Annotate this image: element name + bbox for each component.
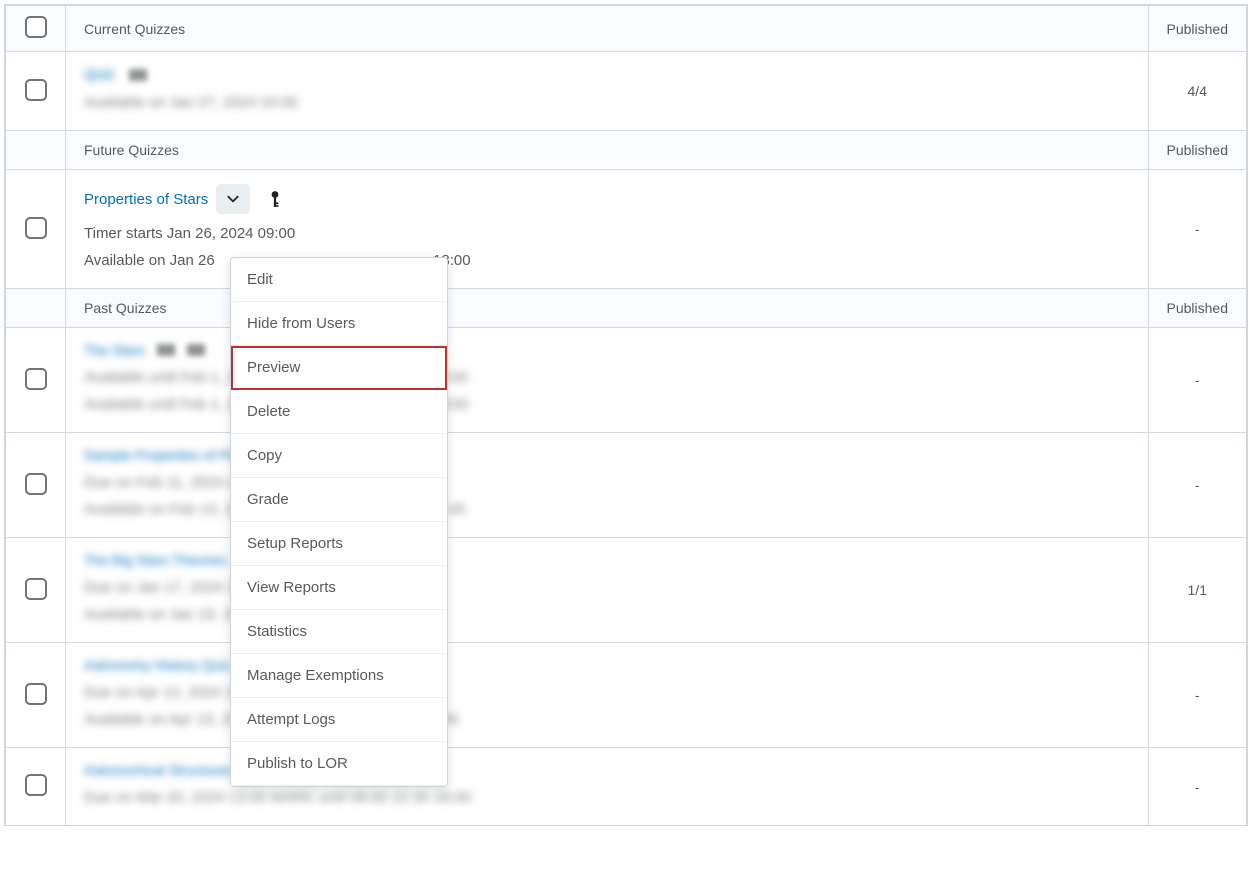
published-header: Published bbox=[1148, 6, 1247, 52]
select-all-current-checkbox[interactable] bbox=[25, 16, 47, 38]
table-row: Astronomical Structures Quiz Due on Mar … bbox=[6, 748, 1247, 826]
menu-item-view-reports[interactable]: View Reports bbox=[231, 566, 447, 610]
menu-item-setup-reports[interactable]: Setup Reports bbox=[231, 522, 447, 566]
table-row-properties-of-stars: Properties of Stars Timer starts Jan 26,… bbox=[6, 170, 1247, 289]
menu-item-statistics[interactable]: Statistics bbox=[231, 610, 447, 654]
published-header: Published bbox=[1148, 289, 1247, 328]
published-header: Published bbox=[1148, 131, 1247, 170]
quiz-actions-menu: EditHide from UsersPreviewDeleteCopyGrad… bbox=[230, 257, 448, 787]
section-label: Current Quizzes bbox=[66, 6, 1149, 52]
quiz-title-link[interactable]: The Stars bbox=[84, 342, 145, 358]
published-value: 4/4 bbox=[1148, 52, 1247, 131]
menu-item-preview[interactable]: Preview bbox=[231, 346, 447, 390]
quiz-table: Current Quizzes Published Quiz Available… bbox=[5, 5, 1247, 825]
timer-line: Timer starts Jan 26, 2024 09:00 bbox=[84, 220, 1130, 247]
published-value: - bbox=[1148, 170, 1247, 289]
blurred-icon bbox=[129, 69, 147, 81]
row-checkbox[interactable] bbox=[25, 578, 47, 600]
published-value: - bbox=[1148, 433, 1247, 538]
row-checkbox[interactable] bbox=[25, 368, 47, 390]
quiz-list-container: Current Quizzes Published Quiz Available… bbox=[4, 4, 1248, 826]
blurred-text: Available on Jan 27, 2024 24:00 bbox=[84, 89, 1130, 116]
menu-item-hide-from-users[interactable]: Hide from Users bbox=[231, 302, 447, 346]
section-label: Past Quizzes bbox=[66, 289, 1149, 328]
quiz-title-link[interactable]: Properties of Stars bbox=[84, 191, 208, 208]
row-checkbox[interactable] bbox=[25, 774, 47, 796]
blurred-text: Due on Mar 20, 2024 13:00 MARK until 08:… bbox=[84, 784, 1130, 811]
row-checkbox[interactable] bbox=[25, 217, 47, 239]
menu-item-manage-exemptions[interactable]: Manage Exemptions bbox=[231, 654, 447, 698]
table-row: Quiz Available on Jan 27, 2024 24:00 4/4 bbox=[6, 52, 1247, 131]
quiz-actions-dropdown-button[interactable] bbox=[216, 184, 250, 214]
published-value: 1/1 bbox=[1148, 538, 1247, 643]
blurred-icon bbox=[187, 344, 205, 356]
published-value: - bbox=[1148, 328, 1247, 433]
row-checkbox[interactable] bbox=[25, 79, 47, 101]
menu-item-attempt-logs[interactable]: Attempt Logs bbox=[231, 698, 447, 742]
menu-item-grade[interactable]: Grade bbox=[231, 478, 447, 522]
menu-item-delete[interactable]: Delete bbox=[231, 390, 447, 434]
quiz-actions-menu-scroll[interactable]: EditHide from UsersPreviewDeleteCopyGrad… bbox=[231, 258, 447, 786]
chevron-down-icon bbox=[226, 192, 240, 206]
table-row: The Big Stars Theories Due on Jan 17, 20… bbox=[6, 538, 1247, 643]
table-row: The Stars Available until Feb 1, 2024 un… bbox=[6, 328, 1247, 433]
quiz-title-link[interactable]: Quiz bbox=[84, 66, 115, 83]
menu-item-edit[interactable]: Edit bbox=[231, 258, 447, 302]
section-header-past: Past Quizzes Published bbox=[6, 289, 1247, 328]
section-header-current: Current Quizzes Published bbox=[6, 6, 1247, 52]
key-icon bbox=[268, 190, 282, 208]
table-row: Sample Properties of Planets Due on Feb … bbox=[6, 433, 1247, 538]
table-row: Astronomy History Quiz Due on Apr 12, 20… bbox=[6, 643, 1247, 748]
blurred-icon bbox=[157, 344, 175, 356]
row-checkbox[interactable] bbox=[25, 683, 47, 705]
menu-item-publish-to-lor[interactable]: Publish to LOR bbox=[231, 742, 447, 786]
published-value: - bbox=[1148, 643, 1247, 748]
quiz-title-link[interactable]: The Big Stars Theories bbox=[84, 552, 227, 568]
section-header-future: Future Quizzes Published bbox=[6, 131, 1247, 170]
quiz-title-link[interactable]: Astronomy History Quiz bbox=[84, 657, 231, 673]
section-label: Future Quizzes bbox=[66, 131, 1149, 170]
menu-item-copy[interactable]: Copy bbox=[231, 434, 447, 478]
row-checkbox[interactable] bbox=[25, 473, 47, 495]
published-value: - bbox=[1148, 748, 1247, 826]
